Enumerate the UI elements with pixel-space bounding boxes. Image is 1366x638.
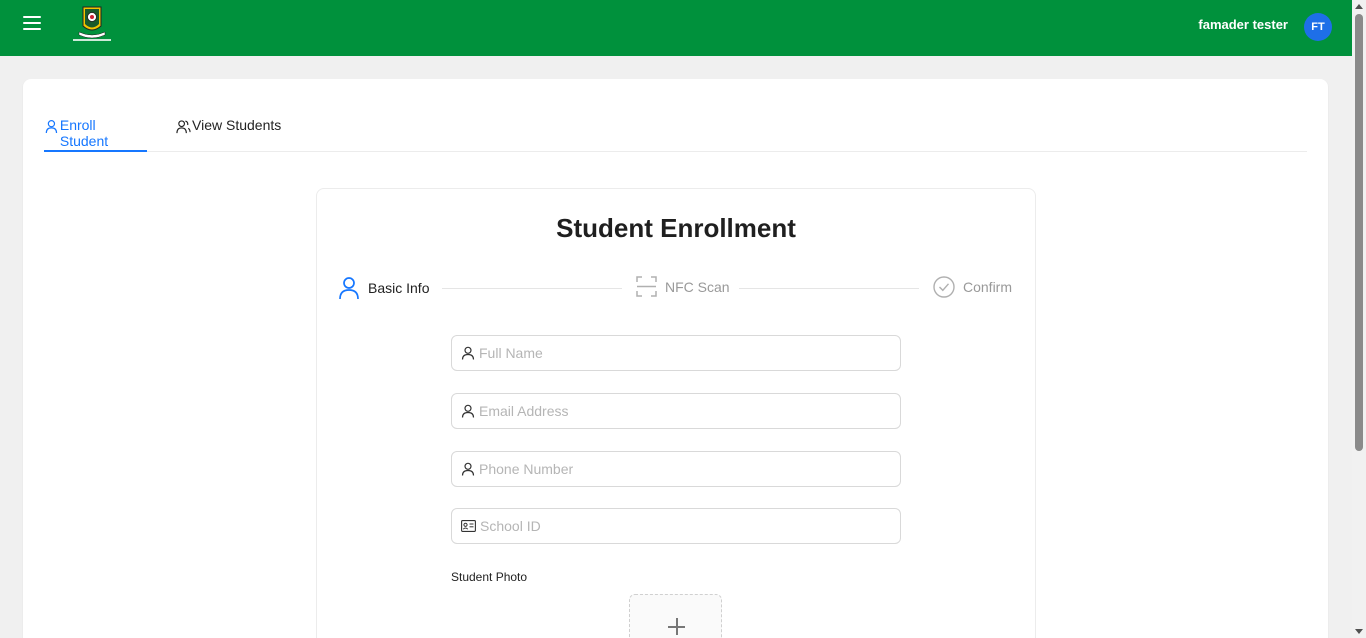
tab-view-students[interactable]: View Students xyxy=(176,117,281,152)
photo-upload-button[interactable] xyxy=(629,594,722,638)
page-title: Student Enrollment xyxy=(556,213,796,243)
email-input[interactable] xyxy=(479,403,899,419)
step-confirm-label: Confirm xyxy=(963,279,1013,295)
id-card-icon xyxy=(461,520,476,532)
scan-icon xyxy=(636,276,657,297)
step-connector xyxy=(442,288,622,289)
full-name-field[interactable] xyxy=(451,335,901,371)
user-icon xyxy=(461,462,475,476)
step-nfc-scan: NFC Scan xyxy=(636,276,730,297)
scroll-thumb[interactable] xyxy=(1355,14,1363,451)
plus-icon-vertical xyxy=(676,618,678,635)
page-scrollbar[interactable] xyxy=(1352,0,1366,638)
step-connector xyxy=(739,288,919,289)
user-icon xyxy=(461,346,475,360)
tab-enroll-student[interactable]: Enroll Student xyxy=(44,117,147,152)
user-name[interactable]: famader tester xyxy=(1198,17,1288,32)
tab-view-students-label: View Students xyxy=(192,117,282,133)
step-basic-info: Basic Info xyxy=(338,276,429,300)
full-name-input[interactable] xyxy=(479,345,899,361)
tab-enroll-student-label: Enroll Student xyxy=(59,117,109,149)
check-circle-icon xyxy=(933,276,955,298)
main-card: Enroll Student View Students Student Enr… xyxy=(23,79,1328,638)
step-basic-info-label: Basic Info xyxy=(368,280,430,296)
user-icon xyxy=(45,120,58,134)
student-photo-label: Student Photo xyxy=(451,570,528,584)
college-logo xyxy=(73,6,111,41)
step-nfc-scan-label: NFC Scan xyxy=(665,278,730,295)
top-header: famader tester FT xyxy=(0,0,1352,56)
user-avatar[interactable]: FT xyxy=(1304,13,1332,41)
scroll-up-arrow-icon[interactable] xyxy=(1355,4,1363,9)
phone-input[interactable] xyxy=(479,461,899,477)
menu-icon[interactable] xyxy=(22,14,42,34)
users-icon xyxy=(176,120,191,134)
user-icon xyxy=(461,404,475,418)
step-confirm: Confirm xyxy=(933,276,1012,298)
school-id-field[interactable] xyxy=(451,508,901,544)
email-field[interactable] xyxy=(451,393,901,429)
phone-field[interactable] xyxy=(451,451,901,487)
tab-bar: Enroll Student View Students xyxy=(44,79,1307,152)
school-id-input[interactable] xyxy=(480,518,900,534)
user-icon xyxy=(339,277,359,300)
enrollment-panel: Student Enrollment Basic Info NFC Scan C… xyxy=(316,188,1036,638)
scroll-down-arrow-icon[interactable] xyxy=(1355,629,1363,634)
